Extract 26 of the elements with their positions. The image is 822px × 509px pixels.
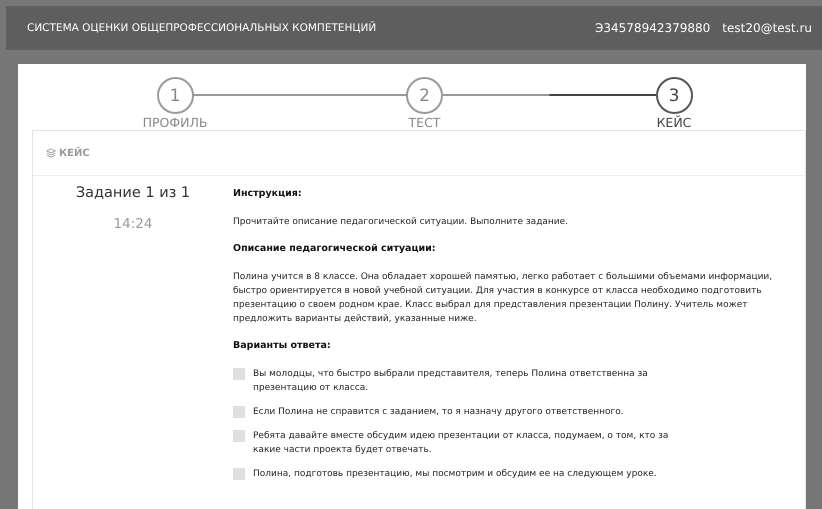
option-text: Полина, подготовь презентацию, мы посмотрим и обсудим ее на следующем уроке.	[253, 468, 658, 481]
app-title: СИСТЕМА ОЦЕНКИ ОБЩЕПРОФЕССИОНАЛЬНЫХ КОМПЕТЕНЦИЙ	[27, 22, 376, 34]
user-id: Э34578942379880	[595, 21, 710, 35]
option-text: Если Полина не справится с заданием, то я назначу другого ответственного.	[253, 406, 625, 419]
step-circle: 2	[406, 77, 443, 114]
section-heading: Варианты ответа:	[233, 340, 332, 351]
section-heading: Описание педагогической ситуации:	[233, 243, 437, 254]
timer: 14:24	[114, 216, 152, 232]
checkbox[interactable]	[233, 468, 245, 480]
paragraph: Прочитайте описание педагогической ситуации. Выполните задание.	[233, 216, 570, 229]
task-counter: Задание 1 из 1	[76, 185, 190, 201]
checkbox[interactable]	[233, 430, 245, 442]
option-text: Вы молодцы, что быстро выбрали представителя, теперь Полина ответственна за презентацию от класса.	[253, 368, 649, 395]
card-title: КЕЙС	[59, 148, 90, 158]
option-text: Ребята давайте вместе обсудим идею презентации от класса, подумаем, о том, кто за какие части проекта будет отвечать.	[253, 430, 670, 457]
checkbox[interactable]	[233, 368, 245, 380]
section-heading: Инструкция:	[233, 188, 303, 199]
step-circle: 3	[656, 77, 692, 114]
paragraph: Полина учится в 8 классе. Она обладает хорошей памятью, легко работает с большими объемами информации, быстро ориентируется в новой учебной ситуации. Для участия в конкурсе от класса необходимо подготовить презентацию о своем родном крае. Класс выбрал для представления презентации Полину. Учитель может предложить варианты действий, указанные ниже.	[233, 271, 774, 326]
step-label: ПРОФИЛЬ	[142, 115, 208, 130]
layers-icon	[46, 148, 56, 158]
step-label: ТЕСТ	[408, 115, 440, 130]
step-circle: 1	[156, 77, 194, 114]
step-label: КЕЙС	[656, 115, 692, 130]
user-email: test20@test.ru	[722, 21, 812, 35]
checkbox[interactable]	[233, 406, 245, 418]
